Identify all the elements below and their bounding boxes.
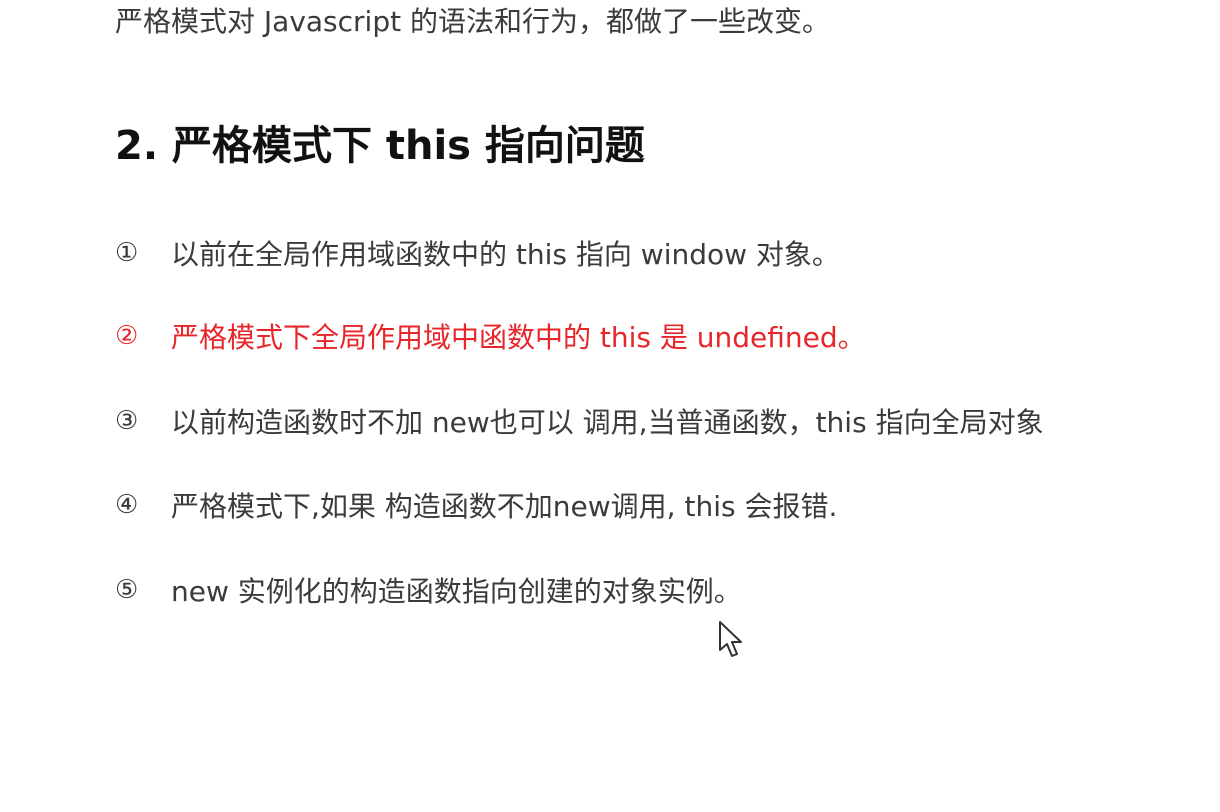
list-text-2: 严格模式下全局作用域中函数中的 this 是 undefined。 <box>171 321 866 354</box>
list-marker-1: ① <box>115 238 139 268</box>
list-item-2-highlighted: ② 严格模式下全局作用域中函数中的 this 是 undefined。 <box>115 314 866 358</box>
list-text-1: 以前在全局作用域函数中的 this 指向 window 对象。 <box>171 238 840 271</box>
list-text-3: 以前构造函数时不加 new也可以 调用,当普通函数，this 指向全局对象 <box>171 406 1044 439</box>
list-item-1: ① 以前在全局作用域函数中的 this 指向 window 对象。 <box>115 231 840 275</box>
mouse-pointer-icon <box>719 621 742 657</box>
intro-text: 严格模式对 Javascript 的语法和行为，都做了一些改变。 <box>115 5 830 38</box>
list-marker-4: ④ <box>115 490 139 520</box>
list-item-4: ④ 严格模式下,如果 构造函数不加new调用, this 会报错. <box>115 483 837 527</box>
list-item-5: ⑤ new 实例化的构造函数指向创建的对象实例。 <box>115 568 742 612</box>
list-marker-5: ⑤ <box>115 575 139 605</box>
list-item-3: ③ 以前构造函数时不加 new也可以 调用,当普通函数，this 指向全局对象 <box>115 399 1044 443</box>
list-marker-2: ② <box>115 321 139 351</box>
list-text-5: new 实例化的构造函数指向创建的对象实例。 <box>171 575 742 608</box>
section-heading: 2. 严格模式下 this 指向问题 <box>115 123 645 169</box>
list-text-4: 严格模式下,如果 构造函数不加new调用, this 会报错. <box>171 490 838 523</box>
list-marker-3: ③ <box>115 406 139 436</box>
